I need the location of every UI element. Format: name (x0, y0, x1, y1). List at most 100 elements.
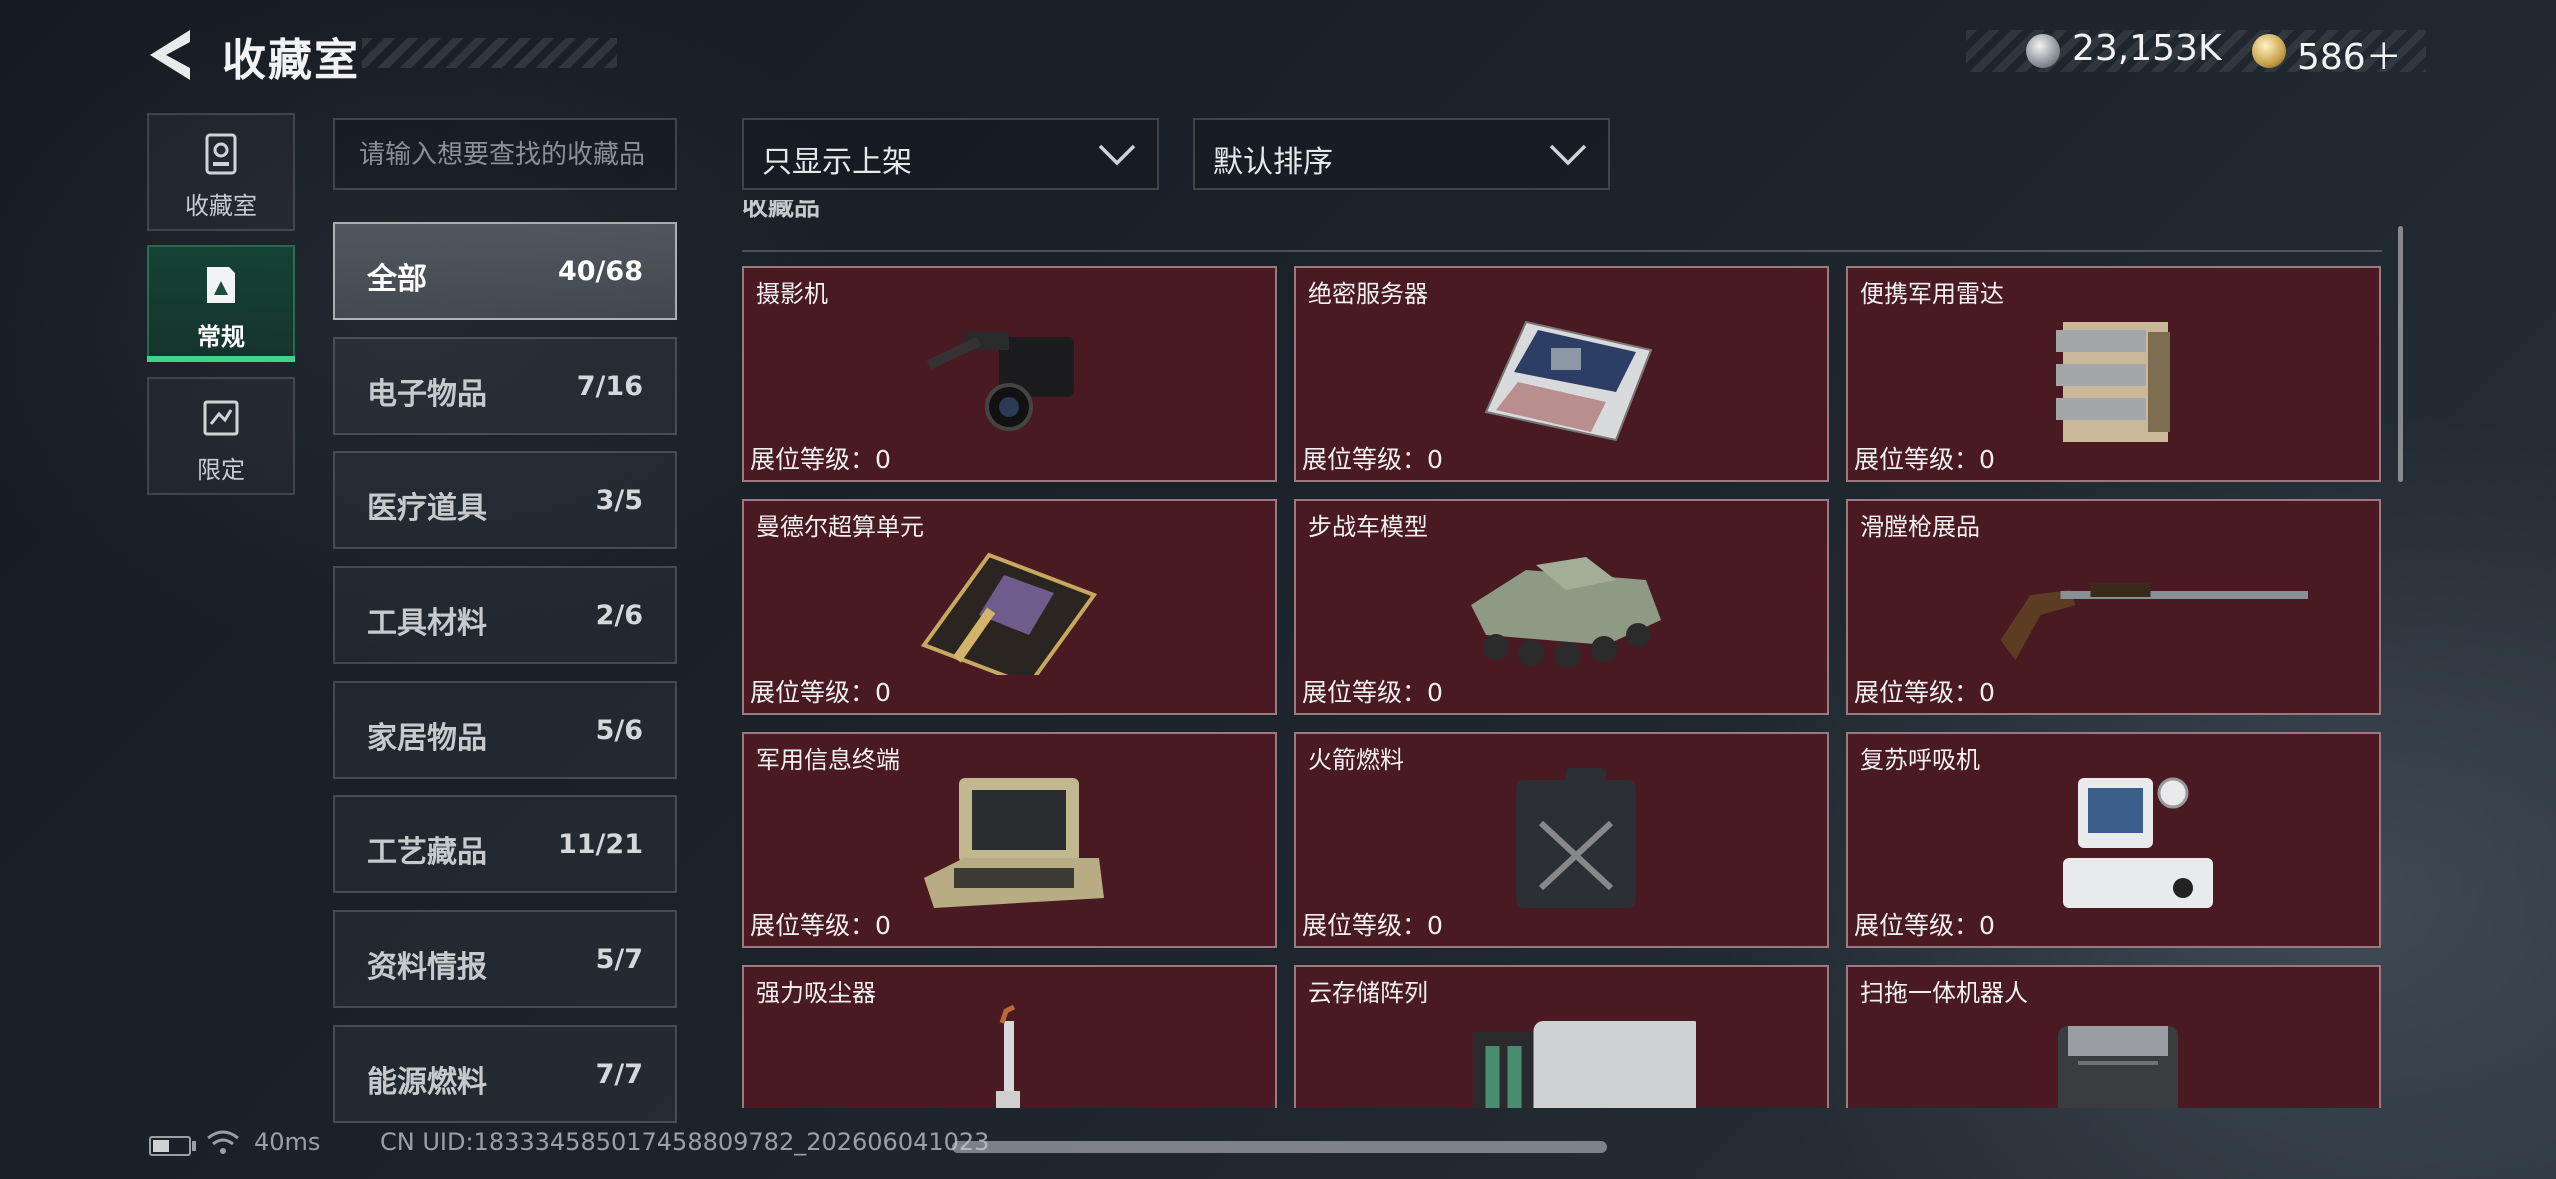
silver-balance: 23,153K (2072, 28, 2222, 69)
category-electronics[interactable]: 电子物品 7/16 (333, 337, 677, 435)
camera-icon (926, 332, 1074, 431)
collection-card-mop-robot[interactable]: 扫拖一体机器人 展位等级： (1846, 965, 2381, 1108)
category-household[interactable]: 家居物品 5/6 (333, 681, 677, 779)
item-name: 曼德尔超算单元 (756, 513, 924, 541)
collection-card-musket[interactable]: 滑膛枪展品 展位等级：0 (1846, 499, 2381, 715)
card-level-row: 展位等级：0 (1854, 445, 1995, 474)
page-title: 收藏室 (222, 35, 360, 86)
category-count: 40/68 (557, 256, 643, 287)
collection-card-military-terminal[interactable]: 军用信息终端 展位等级：0 (742, 732, 1277, 948)
category-label: 全部 (367, 262, 427, 297)
category-count: 7/7 (595, 1059, 643, 1090)
chevron-down-icon (1098, 144, 1136, 166)
item-name: 扫拖一体机器人 (1860, 979, 2028, 1007)
item-name: 摄影机 (756, 280, 828, 308)
collection-card-fuel-can[interactable]: 火箭燃料 展位等级：0 (1294, 732, 1829, 948)
radar-icon (2056, 322, 2170, 442)
musket-icon (2000, 583, 2308, 660)
collection-card-vacuum[interactable]: 强力吸尘器 展位等级： (742, 965, 1277, 1108)
item-name: 强力吸尘器 (756, 979, 876, 1007)
collection-room-icon (205, 133, 237, 175)
card-level-row: 展位等级：0 (750, 445, 891, 474)
section-divider (742, 250, 2382, 252)
category-count: 11/21 (557, 829, 643, 860)
dropdown-value: 只显示上架 (762, 145, 912, 180)
sort-dropdown[interactable]: 默认排序 (1193, 118, 1610, 190)
item-name: 步战车模型 (1308, 513, 1428, 541)
vacuum-icon (996, 1004, 1020, 1108)
back-arrow-icon[interactable] (146, 28, 196, 82)
card-level-row: 展位等级：0 (1854, 911, 1995, 940)
collection-card-ifv-model[interactable]: 步战车模型 展位等级：0 (1294, 499, 1829, 715)
regular-doc-icon (207, 267, 235, 303)
wifi-icon (207, 1130, 239, 1154)
category-label: 资料情报 (367, 950, 487, 985)
storage-array-icon (1473, 1021, 1696, 1108)
item-name: 绝密服务器 (1308, 280, 1428, 308)
card-level-row: 展位等级：0 (1302, 911, 1443, 940)
fuel-can-icon (1516, 768, 1636, 908)
nav-label: 收藏室 (185, 192, 257, 220)
nav-tab-limited[interactable]: 限定 (147, 377, 295, 495)
item-name: 火箭燃料 (1308, 746, 1404, 774)
collection-card-radar[interactable]: 便携军用雷达 展位等级：0 (1846, 266, 2381, 482)
nav-tab-collection-room[interactable]: 收藏室 (147, 113, 295, 231)
category-intel[interactable]: 资料情报 5/7 (333, 910, 677, 1008)
nav-tab-regular[interactable]: 常规 (147, 245, 295, 362)
nav-label: 限定 (197, 456, 245, 484)
category-count: 7/16 (576, 371, 643, 402)
category-label: 工具材料 (367, 606, 487, 641)
home-indicator[interactable] (952, 1141, 1607, 1153)
collection-card-ventilator[interactable]: 复苏呼吸机 展位等级：0 (1846, 732, 2381, 948)
nav-active-indicator (147, 356, 295, 362)
battery-tip (192, 1141, 196, 1151)
limited-icon (203, 400, 239, 436)
collection-card-camera[interactable]: 摄影机 展位等级：0 (742, 266, 1277, 482)
chevron-down-icon (1549, 144, 1587, 166)
mop-robot-icon (2058, 1026, 2178, 1108)
collection-grid[interactable]: 收藏品 摄影机 展位等级：0 绝密服务器 展位等级：0 便携军用雷达 展位等级：… (742, 200, 2392, 1108)
nav-label: 常规 (197, 323, 245, 351)
collection-card-server[interactable]: 绝密服务器 展位等级：0 (1294, 266, 1829, 482)
collection-card-supercomputer-unit[interactable]: 曼德尔超算单元 展位等级：0 (742, 499, 1277, 715)
category-label: 能源燃料 (367, 1065, 487, 1100)
category-all[interactable]: 全部 40/68 (333, 222, 677, 320)
title-decoration (362, 38, 617, 68)
silver-coin-icon (2026, 34, 2060, 68)
category-label: 电子物品 (367, 377, 487, 412)
supercomputer-unit-icon (920, 552, 1098, 675)
card-level-row: 展位等级：0 (1302, 445, 1443, 474)
user-uid: CN UID:18333458501745880978​2_2026060410… (380, 1128, 990, 1156)
ventilator-icon (2063, 777, 2213, 908)
category-tools[interactable]: 工具材料 2/6 (333, 566, 677, 664)
display-filter-dropdown[interactable]: 只显示上架 (742, 118, 1159, 190)
gold-balance-add-button[interactable]: 586＋ (2297, 28, 2402, 80)
item-name: 便携军用雷达 (1860, 280, 2004, 308)
item-name: 复苏呼吸机 (1860, 746, 1980, 774)
category-count: 2/6 (595, 600, 643, 631)
category-count: 5/7 (595, 944, 643, 975)
category-label: 家居物品 (367, 721, 487, 756)
card-level-row: 展位等级：0 (1302, 678, 1443, 707)
category-count: 5/6 (595, 715, 643, 746)
collection-card-storage-array[interactable]: 云存储阵列 展位等级： (1294, 965, 1829, 1108)
server-icon (1484, 320, 1653, 442)
grid-scrollbar[interactable] (2398, 226, 2403, 482)
section-title: 收藏品 (742, 200, 821, 222)
card-level-row: 展位等级：0 (1854, 678, 1995, 707)
category-count: 3/5 (595, 485, 643, 516)
category-label: 工艺藏品 (367, 835, 487, 870)
item-name: 军用信息终端 (756, 746, 900, 774)
card-level-row: 展位等级：0 (750, 911, 891, 940)
category-energy[interactable]: 能源燃料 7/7 (333, 1025, 677, 1123)
battery-level (153, 1140, 169, 1152)
dropdown-value: 默认排序 (1213, 145, 1333, 180)
gold-coin-icon (2252, 34, 2286, 68)
military-terminal-icon (924, 778, 1104, 908)
category-crafts[interactable]: 工艺藏品 11/21 (333, 795, 677, 893)
search-input[interactable] (333, 118, 677, 190)
item-name: 云存储阵列 (1308, 979, 1428, 1007)
category-medical[interactable]: 医疗道具 3/5 (333, 451, 677, 549)
category-label: 医疗道具 (367, 491, 487, 526)
ifv-model-icon (1471, 557, 1661, 668)
